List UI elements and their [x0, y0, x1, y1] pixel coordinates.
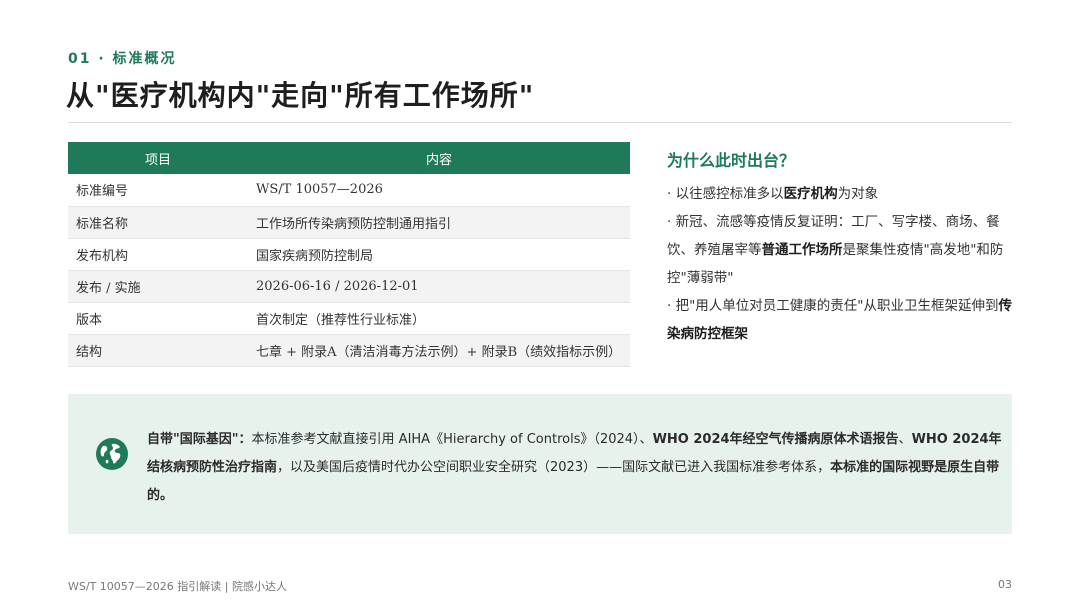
callout-lead: 自带"国际基因"： [147, 432, 252, 447]
table-cell-label: 结构 [68, 334, 248, 367]
table-row: 标准编号 WS/T 10057—2026 [68, 174, 630, 207]
international-callout: 自带"国际基因"：本标准参考文献直接引用 AIHA《Hierarchy of C… [68, 394, 1012, 534]
page-title: 从"医疗机构内"走向"所有工作场所" [66, 79, 535, 112]
table-cell-value: 国家疾病预防控制局 [248, 238, 630, 271]
table-cell-value: 工作场所传染病预防控制通用指引 [248, 206, 630, 239]
table-cell-value: WS/T 10057—2026 [248, 174, 630, 207]
table-cell-value: 首次制定（推荐性行业标准） [248, 302, 630, 335]
callout-text-part: 本标准参考文献直接引用 AIHA《Hierarchy of Controls》（… [251, 432, 653, 447]
footer-source: WS/T 10057—2026 指引解读 | 院感小达人 [68, 580, 287, 593]
table-cell-label: 标准名称 [68, 206, 248, 239]
table-header-item: 项目 [68, 142, 248, 174]
table-row: 发布 / 实施 2026-06-16 / 2026-12-01 [68, 270, 630, 303]
callout-text-part: ，以及美国后疫情时代办公空间职业安全研究（2023）——国际文献已进入我国标准参… [277, 460, 831, 475]
standard-info-table: 项目 内容 标准编号 WS/T 10057—2026 标准名称 工作场所传染病预… [68, 142, 630, 367]
table-header-row: 项目 内容 [68, 142, 630, 174]
table-row: 发布机构 国家疾病预防控制局 [68, 238, 630, 271]
page-number: 03 [998, 578, 1012, 591]
table-cell-label: 版本 [68, 302, 248, 335]
why-text: · 以往感控标准多以 [667, 186, 784, 202]
table-cell-label: 发布机构 [68, 238, 248, 271]
why-emphasis: 普通工作场所 [761, 242, 843, 258]
table-cell-value: 七章 + 附录A（清洁消毒方法示例）+ 附录B（绩效指标示例） [248, 334, 630, 367]
why-list: · 以往感控标准多以医疗机构为对象 · 新冠、流感等疫情反复证明：工厂、写字楼、… [667, 180, 1017, 348]
callout-text-part: 、 [898, 432, 912, 447]
callout-emphasis: WHO 2024年经空气传播病原体术语报告 [652, 432, 899, 447]
why-point: · 以往感控标准多以医疗机构为对象 [667, 180, 1017, 208]
table-cell-label: 发布 / 实施 [68, 270, 248, 303]
why-heading: 为什么此时出台？ [667, 151, 796, 170]
table-row: 结构 七章 + 附录A（清洁消毒方法示例）+ 附录B（绩效指标示例） [68, 334, 630, 367]
title-divider [68, 122, 1012, 123]
why-text: 为对象 [837, 186, 879, 202]
why-text: · 把"用人单位对员工健康的责任"从职业卫生框架延伸到 [667, 298, 999, 314]
table-row: 版本 首次制定（推荐性行业标准） [68, 302, 630, 335]
why-point: · 新冠、流感等疫情反复证明：工厂、写字楼、商场、餐饮、养殖屠宰等普通工作场所是… [667, 208, 1017, 292]
table-header-content: 内容 [248, 142, 630, 174]
table-cell-label: 标准编号 [68, 174, 248, 207]
callout-text: 自带"国际基因"：本标准参考文献直接引用 AIHA《Hierarchy of C… [147, 426, 1007, 510]
why-point: · 把"用人单位对员工健康的责任"从职业卫生框架延伸到传染病防控框架 [667, 292, 1017, 348]
table-cell-value: 2026-06-16 / 2026-12-01 [248, 270, 630, 303]
table-row: 标准名称 工作场所传染病预防控制通用指引 [68, 206, 630, 239]
globe-icon [96, 438, 128, 470]
why-emphasis: 医疗机构 [783, 186, 838, 202]
section-label: 01 · 标准概况 [68, 51, 177, 67]
